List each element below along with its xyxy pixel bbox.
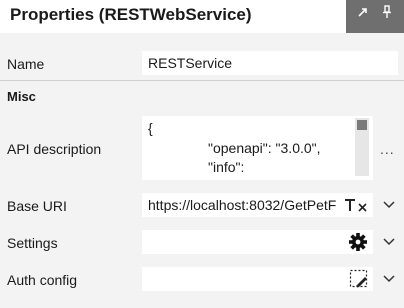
base-uri-field[interactable]: https://localhost:8032/GetPetF xyxy=(142,193,373,217)
code-line: "info": xyxy=(208,159,245,175)
pin-icon[interactable] xyxy=(378,4,396,20)
api-description-field[interactable]: { "openapi": "3.0.0", "info": xyxy=(142,116,373,180)
scrollbar-thumb[interactable] xyxy=(357,120,367,130)
api-description-label: API description xyxy=(7,141,102,157)
api-description-scrollbar[interactable] xyxy=(355,118,369,176)
name-value: RESTService xyxy=(148,55,233,71)
gear-icon[interactable] xyxy=(348,232,368,252)
code-line: "openapi": "3.0.0", xyxy=(208,140,321,156)
expand-icon[interactable] xyxy=(354,4,372,20)
panel-title: Properties (RESTWebService) xyxy=(10,5,252,24)
name-label: Name xyxy=(7,56,45,72)
base-uri-value: https://localhost:8032/GetPetF xyxy=(148,197,337,213)
settings-field[interactable] xyxy=(142,230,373,254)
base-uri-label: Base URI xyxy=(7,198,67,214)
name-field[interactable]: RESTService xyxy=(142,51,398,75)
title-tools xyxy=(346,0,404,33)
edit-icon[interactable] xyxy=(349,269,369,289)
chevron-down-icon[interactable] xyxy=(382,235,396,249)
panel-titlebar: Properties (RESTWebService) xyxy=(0,0,404,33)
clear-area xyxy=(340,193,373,217)
auth-config-label: Auth config xyxy=(7,272,78,288)
section-misc: Misc xyxy=(7,89,36,104)
auth-config-field[interactable] xyxy=(142,267,373,291)
settings-label: Settings xyxy=(7,235,58,251)
chevron-down-icon[interactable] xyxy=(382,272,396,286)
divider xyxy=(0,80,404,81)
api-description-more-button[interactable]: ... xyxy=(380,141,395,157)
code-line: { xyxy=(148,120,153,136)
clear-format-icon[interactable] xyxy=(344,197,370,213)
chevron-down-icon[interactable] xyxy=(382,198,396,212)
